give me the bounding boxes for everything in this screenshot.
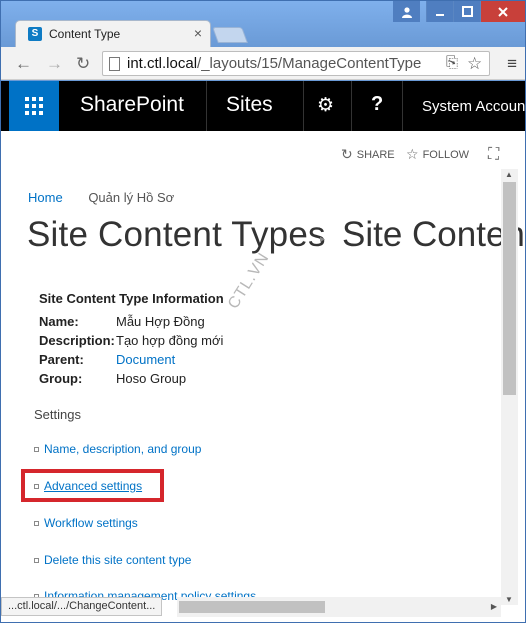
reload-button[interactable]: ↻: [76, 54, 90, 74]
minimize-button[interactable]: [426, 1, 453, 22]
vertical-scroll-thumb[interactable]: [503, 182, 516, 395]
watermark: CTL.VN: [225, 249, 273, 313]
scroll-down-icon[interactable]: ▼: [505, 595, 513, 604]
info-value-group: Hoso Group: [116, 371, 187, 386]
suite-divider: [206, 81, 207, 131]
follow-action[interactable]: ☆ FOLLOW: [406, 146, 469, 163]
status-bar: ...ctl.local/.../ChangeContent...: [1, 597, 163, 616]
forward-button[interactable]: →: [46, 54, 63, 74]
browser-window: S Content Type × ← → ↻ int.ctl.local/_la…: [0, 0, 526, 623]
content-type-info: Site Content Type Information Name: Mẫu …: [39, 291, 224, 388]
name-description-group-link[interactable]: Name, description, and group: [44, 442, 201, 456]
page-title[interactable]: Site Content Types: [27, 215, 326, 255]
url-host: int.ctl.local: [127, 55, 198, 72]
gear-icon[interactable]: ⚙: [317, 94, 334, 117]
breadcrumb-site[interactable]: Quản lý Hồ Sơ: [88, 190, 174, 205]
horizontal-scrollbar[interactable]: ▶: [177, 597, 501, 617]
settings-item[interactable]: Workflow settings: [34, 516, 138, 530]
maximize-button[interactable]: [453, 1, 480, 22]
info-heading: Site Content Type Information: [39, 291, 224, 306]
bullet-icon: [34, 557, 39, 563]
close-window-button[interactable]: [480, 1, 525, 22]
browser-menu-button[interactable]: ≡: [507, 54, 517, 74]
window-controls: [393, 1, 525, 23]
title-separator-icon: ▸: [320, 234, 326, 245]
parent-link[interactable]: Document: [116, 352, 175, 367]
info-label-name: Name:: [39, 314, 79, 329]
page-viewport: SharePoint Sites ⚙ ? System Account ↻ SH…: [1, 81, 525, 622]
bullet-icon: [34, 446, 39, 452]
page-subtitle: Site Content: [342, 215, 525, 254]
focus-content-icon: ⛶: [488, 146, 500, 163]
account-menu[interactable]: System Account: [422, 98, 525, 115]
address-bar[interactable]: int.ctl.local/_layouts/15/ManageContentT…: [102, 51, 490, 76]
info-label-parent: Parent:: [39, 352, 84, 367]
user-profile-icon[interactable]: [393, 1, 420, 22]
tab-title: Content Type: [49, 27, 121, 41]
scroll-right-icon[interactable]: ▶: [491, 602, 497, 611]
bullet-icon: [34, 520, 39, 526]
info-row: Group: Hoso Group: [39, 369, 224, 388]
settings-item[interactable]: Delete this site content type: [34, 553, 191, 567]
suite-divider: [402, 81, 403, 131]
info-value-description: Tạo hợp đồng mới: [116, 333, 224, 348]
sharepoint-favicon-icon: S: [28, 27, 42, 41]
info-value-name: Mẫu Hợp Đồng: [116, 314, 205, 329]
follow-star-icon: ☆: [406, 146, 419, 162]
sharepoint-brand[interactable]: SharePoint: [80, 93, 184, 117]
info-row: Name: Mẫu Hợp Đồng: [39, 312, 224, 331]
browser-tab[interactable]: S Content Type ×: [15, 20, 211, 47]
settings-item[interactable]: Name, description, and group: [34, 442, 201, 456]
focus-content-action[interactable]: ⛶: [488, 146, 503, 164]
suite-divider: [303, 81, 304, 131]
vertical-scrollbar[interactable]: ▲ ▼: [501, 169, 518, 605]
page-icon: [109, 57, 120, 71]
tab-close-icon[interactable]: ×: [194, 25, 202, 41]
translate-icon[interactable]: ⎘: [446, 54, 458, 71]
follow-label: FOLLOW: [422, 148, 470, 161]
suite-bar: SharePoint Sites ⚙ ? System Account: [1, 81, 525, 131]
workflow-settings-link[interactable]: Workflow settings: [44, 516, 138, 530]
info-label-group: Group:: [39, 371, 83, 386]
highlight-annotation: [21, 469, 164, 502]
breadcrumb: Home Quản lý Hồ Sơ: [28, 190, 174, 205]
horizontal-scroll-thumb[interactable]: [179, 601, 325, 613]
settings-heading: Settings: [34, 407, 81, 422]
share-action[interactable]: ↻ SHARE: [341, 146, 395, 163]
share-icon: ↻: [341, 146, 353, 162]
share-label: SHARE: [356, 148, 395, 161]
info-row: Parent: Document: [39, 350, 224, 369]
suite-divider: [351, 81, 352, 131]
scroll-up-icon[interactable]: ▲: [505, 170, 513, 179]
browser-toolbar: ← → ↻ int.ctl.local/_layouts/15/ManageCo…: [1, 47, 525, 80]
help-icon[interactable]: ?: [371, 93, 383, 116]
title-bar: S Content Type ×: [1, 1, 525, 47]
back-button[interactable]: ←: [15, 54, 32, 74]
app-launcher-icon[interactable]: [9, 81, 59, 131]
sites-link[interactable]: Sites: [226, 93, 273, 117]
info-label-description: Description:: [39, 333, 115, 348]
address-url[interactable]: int.ctl.local/_layouts/15/ManageContentT…: [127, 55, 445, 72]
bookmark-star-icon[interactable]: ☆: [467, 54, 482, 74]
new-tab-button[interactable]: [212, 27, 248, 43]
info-row: Description: Tạo hợp đồng mới: [39, 331, 224, 350]
url-path: /_layouts/15/ManageContentType: [197, 55, 422, 72]
delete-content-type-link[interactable]: Delete this site content type: [44, 553, 191, 567]
breadcrumb-home[interactable]: Home: [28, 190, 63, 205]
